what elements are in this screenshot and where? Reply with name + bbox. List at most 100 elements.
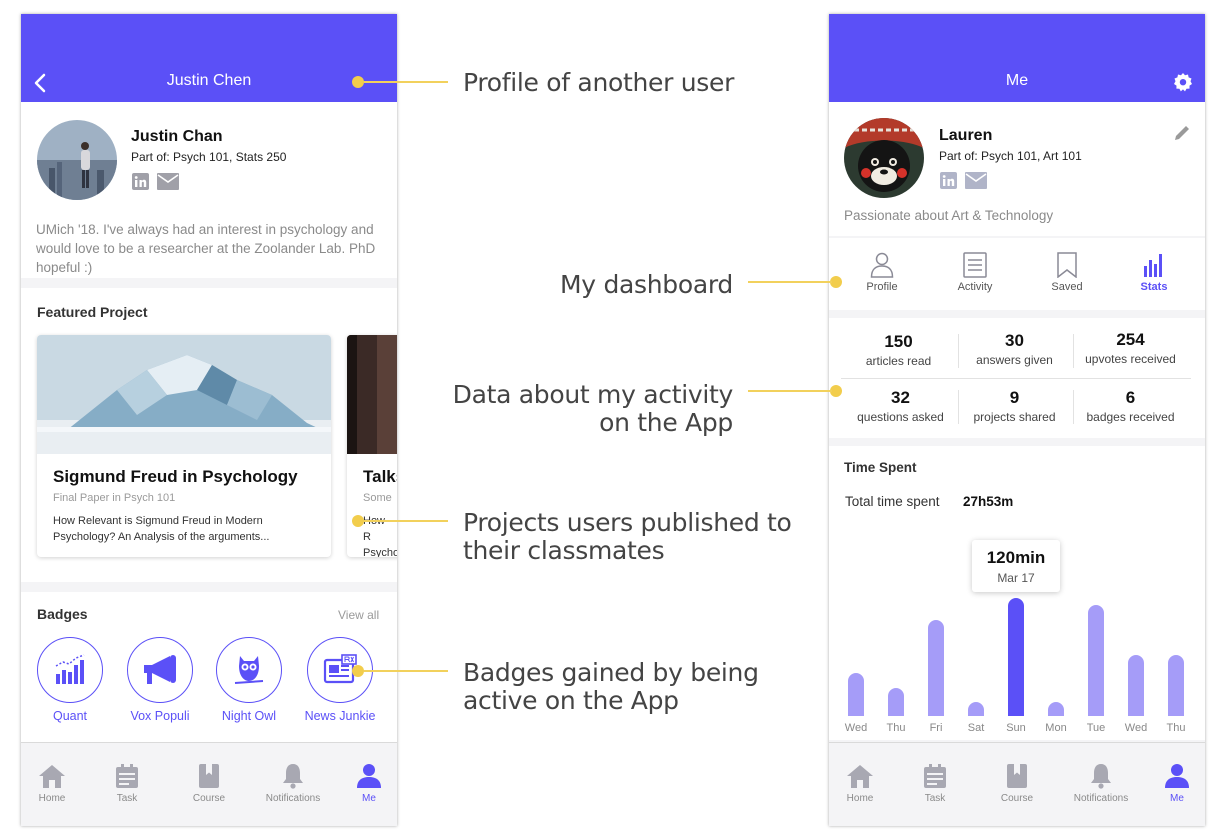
calendar-icon — [116, 764, 138, 788]
annotation-activity-data: Data about my activity on the App — [452, 380, 734, 437]
contact-icons — [132, 173, 179, 190]
badge-label: Vox Populi — [130, 709, 190, 723]
project-subtitle: Final Paper in Psych 101 — [53, 492, 176, 504]
dashboard-tab-saved[interactable]: Saved — [1032, 252, 1102, 293]
tab-course[interactable]: Course — [174, 763, 244, 804]
tab-notifications[interactable]: Notifications — [258, 763, 328, 804]
avatar — [844, 118, 924, 198]
chart-bar[interactable] — [1048, 702, 1064, 716]
annotation-connector — [748, 390, 832, 392]
annotation-marker — [352, 515, 364, 527]
user-bio: Passionate about Art & Technology — [844, 208, 1054, 223]
annotation-marker — [352, 665, 364, 677]
chart-day-label: Mon — [1045, 722, 1067, 734]
chart-day-label: Sat — [967, 722, 985, 734]
app-header: Me — [829, 14, 1205, 102]
project-card[interactable]: Sigmund Freud in Psychology Final Paper … — [37, 335, 331, 557]
edit-pencil-icon[interactable] — [1173, 124, 1191, 142]
tooltip-value: 120min — [986, 548, 1046, 567]
tab-home[interactable]: Home — [829, 763, 895, 804]
project-image — [37, 335, 331, 454]
bell-icon — [1091, 764, 1111, 789]
user-name: Justin Chan — [131, 128, 223, 145]
avatar — [37, 120, 117, 200]
divider — [958, 390, 959, 424]
chart-tooltip: 120min Mar 17 — [972, 540, 1060, 592]
badge-news-junkie[interactable]: News Junkie — [296, 637, 384, 723]
project-title: Talks — [363, 467, 397, 486]
chart-bar[interactable] — [1168, 655, 1184, 716]
book-icon — [1007, 764, 1027, 788]
annotation-connector — [364, 670, 448, 672]
tab-task[interactable]: Task — [92, 763, 162, 804]
chart-day-label: Fri — [929, 722, 943, 734]
section-title: Badges — [37, 606, 88, 622]
user-bio: UMich '18. I've always had an interest i… — [36, 222, 376, 275]
stat-questions-asked: 32 questions asked — [857, 388, 944, 424]
featured-project-section: Featured Project Sigmund Freud in Psycho… — [21, 288, 397, 582]
activity-icon — [963, 252, 987, 278]
project-subtitle: Some — [363, 492, 392, 504]
tab-me[interactable]: Me — [334, 763, 397, 804]
other-user-profile-screen: Justin Chen Justin Chan Part of: Psych 1… — [21, 14, 397, 826]
megaphone-icon — [144, 655, 176, 684]
profile-icon — [870, 252, 894, 278]
divider — [1073, 334, 1074, 368]
bottom-tab-bar: Home Task Course Notifications Me — [21, 742, 397, 826]
bell-icon — [283, 764, 303, 789]
chart-bar[interactable] — [1088, 605, 1104, 716]
badge-night-owl[interactable]: Night Owl — [205, 637, 293, 723]
calendar-icon — [924, 764, 946, 788]
chart-bar[interactable] — [1128, 655, 1144, 716]
annotation-published-projects: Projects users published to their classm… — [463, 508, 792, 565]
tab-me[interactable]: Me — [1142, 763, 1205, 804]
linkedin-icon[interactable] — [940, 172, 957, 189]
annotation-connector — [364, 81, 448, 83]
tab-notifications[interactable]: Notifications — [1066, 763, 1136, 804]
mail-icon[interactable] — [157, 173, 179, 190]
gear-icon[interactable] — [1173, 72, 1193, 92]
user-name: Lauren — [939, 127, 993, 144]
tab-course[interactable]: Course — [982, 763, 1052, 804]
project-image — [347, 335, 397, 454]
chart-day-label: Wed — [844, 722, 868, 734]
section-title: Featured Project — [37, 304, 148, 320]
stat-projects-shared: 9 projects shared — [973, 388, 1056, 424]
divider — [1073, 390, 1074, 424]
stat-badges-received: 6 badges received — [1086, 388, 1175, 424]
dashboard-tabs: Profile Activity Saved Stats — [829, 238, 1205, 310]
chart-bar[interactable] — [928, 620, 944, 716]
home-icon — [847, 765, 873, 788]
chart-bar[interactable] — [888, 688, 904, 716]
my-profile-screen: Me Lauren Part of: Psych 101, Art 101 Pa… — [829, 14, 1205, 826]
badge-vox-populi[interactable]: Vox Populi — [116, 637, 204, 723]
chart-day-label: Thu — [1166, 722, 1186, 734]
dashboard-tab-activity[interactable]: Activity — [940, 252, 1010, 293]
annotation-marker — [352, 76, 364, 88]
badge-label: Night Owl — [221, 709, 277, 723]
dashboard-tab-stats[interactable]: Stats — [1119, 252, 1189, 293]
tab-task[interactable]: Task — [900, 763, 970, 804]
linkedin-icon[interactable] — [132, 173, 149, 190]
annotation-my-dashboard: My dashboard — [560, 270, 733, 299]
chart-day-label: Thu — [886, 722, 906, 734]
home-icon — [39, 765, 65, 788]
chart-bar[interactable] — [848, 673, 864, 716]
person-icon — [357, 764, 381, 788]
project-title: Sigmund Freud in Psychology — [53, 467, 298, 486]
bar-chart-icon — [55, 654, 85, 684]
dashboard-tab-profile[interactable]: Profile — [847, 252, 917, 293]
tab-home[interactable]: Home — [21, 763, 87, 804]
time-spent-chart: Wed Thu Fri Sat Sun Mon Tue Wed Thu 120min Mar 17 — [829, 446, 1205, 740]
badge-quant[interactable]: Quant — [26, 637, 114, 723]
badge-label: Quant — [52, 709, 88, 723]
bookmark-icon — [1057, 252, 1077, 278]
view-all-link[interactable]: View all — [338, 608, 379, 622]
chart-bar[interactable] — [968, 702, 984, 716]
tooltip-date: Mar 17 — [997, 571, 1035, 585]
owl-icon — [234, 656, 264, 684]
chart-day-label: Sun — [1006, 722, 1026, 734]
chart-bar[interactable] — [1008, 598, 1024, 716]
project-description: How Relevant is Sigmund Freud in Modern … — [53, 515, 270, 543]
mail-icon[interactable] — [965, 172, 987, 189]
